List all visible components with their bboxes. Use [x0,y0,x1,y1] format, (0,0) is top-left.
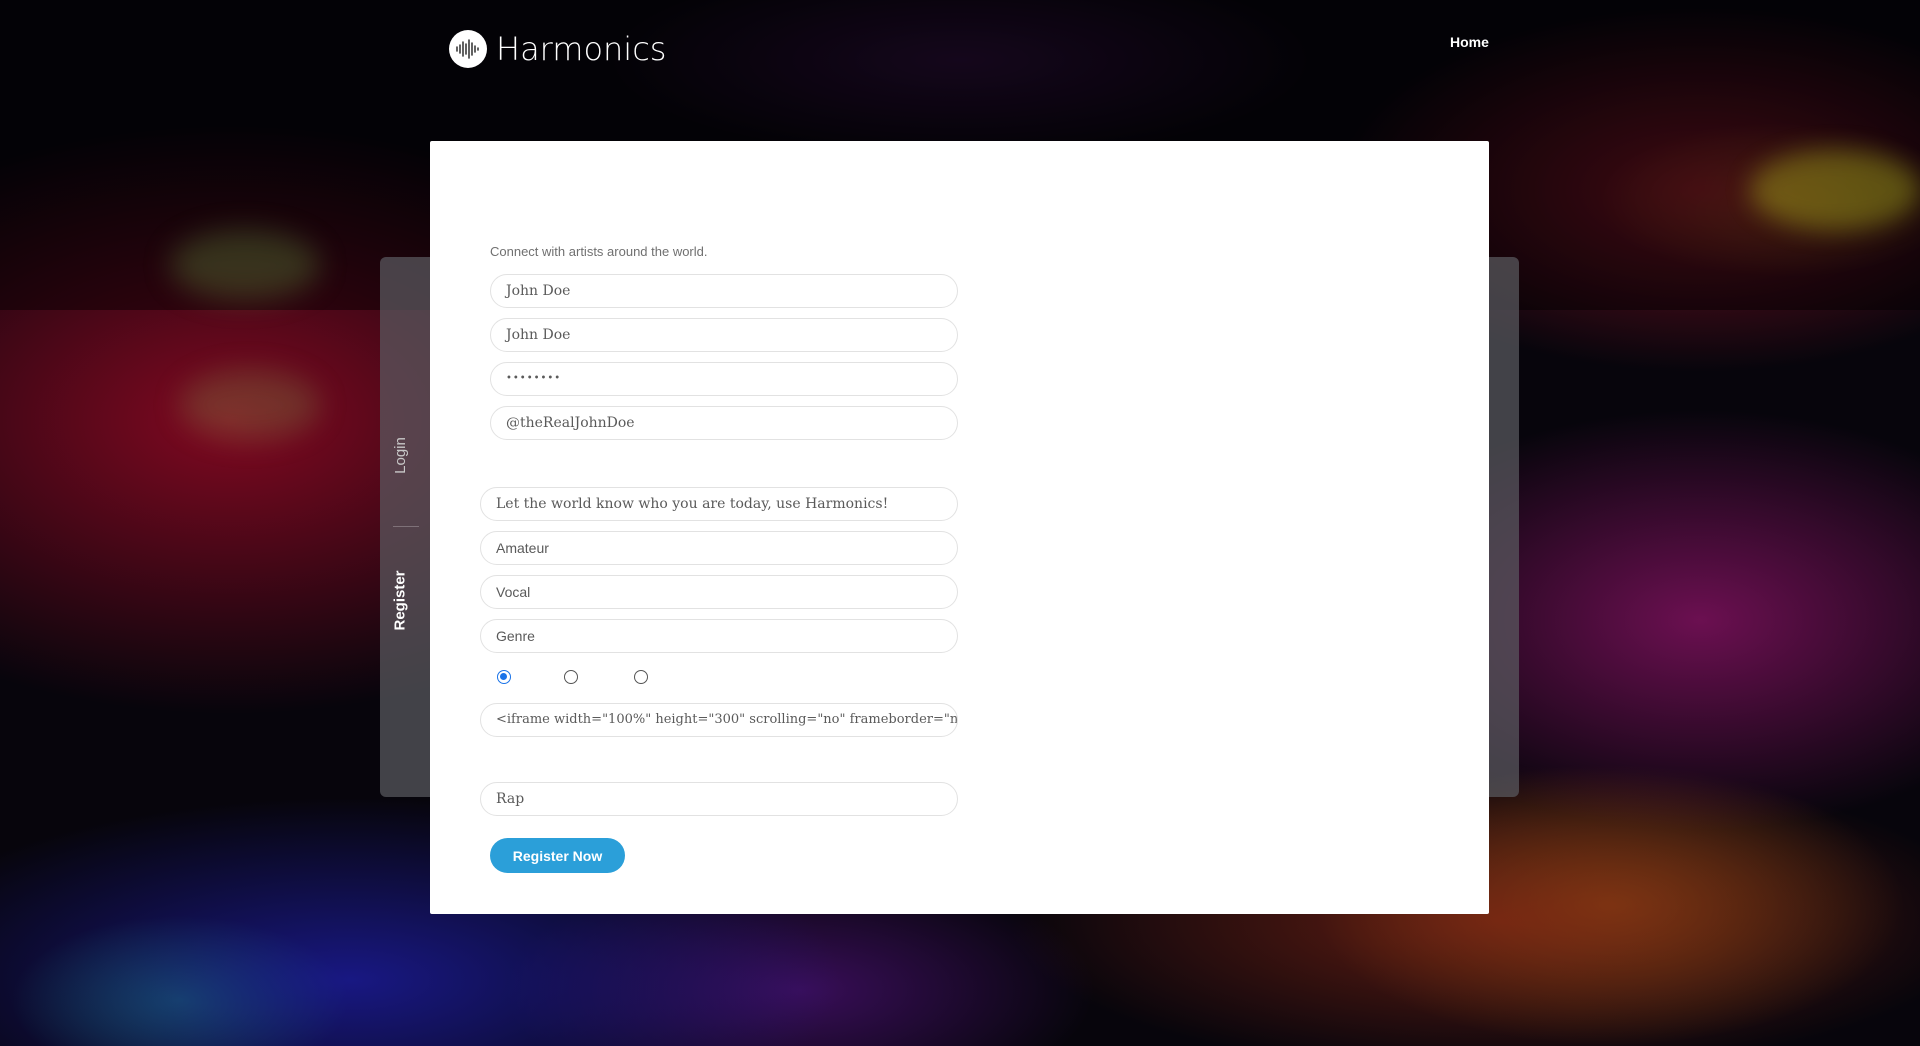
tab-login-label: Login [391,436,409,474]
handle-field[interactable]: @theRealJohnDoe [490,406,958,440]
level-field[interactable]: Amateur [480,531,958,565]
full-name-field[interactable]: John Doe [490,274,958,308]
waveform-icon [449,30,487,68]
register-now-button[interactable]: Register Now [490,838,625,873]
tab-register[interactable]: Register [380,555,420,645]
genre-field[interactable]: Genre [480,619,958,653]
tab-divider [393,526,419,527]
radio-option-3[interactable] [634,670,648,684]
password-field[interactable]: •••••••• [490,362,958,396]
tab-register-label: Register [391,569,409,631]
background-blob [180,370,320,440]
embed-code-field[interactable]: <iframe width="100%" height="300" scroll… [480,703,958,737]
form-tagline: Connect with artists around the world. [490,244,708,259]
role-field[interactable]: Vocal [480,575,958,609]
brand-name: Harmonics [496,30,667,68]
register-form-card: Connect with artists around the world. J… [430,141,1489,914]
radio-option-2[interactable] [564,670,578,684]
background-blob [170,230,320,300]
bio-field[interactable]: Let the world know who you are today, us… [480,487,958,521]
tab-login[interactable]: Login [380,415,420,495]
brand[interactable]: Harmonics [449,30,666,68]
style-field[interactable]: Rap [480,782,958,816]
username-field[interactable]: John Doe [490,318,958,352]
radio-option-1[interactable] [497,670,511,684]
nav-home-link[interactable]: Home [1450,34,1489,50]
top-navbar: Harmonics Home [0,0,1920,100]
background-blob [1750,150,1920,230]
